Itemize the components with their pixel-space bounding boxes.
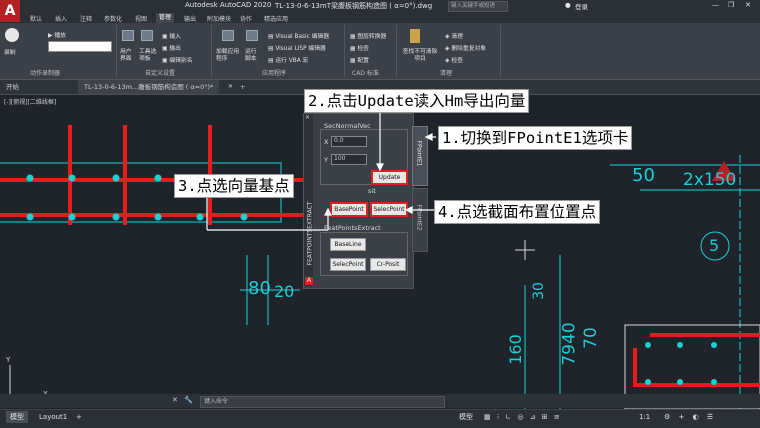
callout-step-4: 4.点选截面布置位置点 <box>434 200 601 224</box>
model-space-label[interactable]: 模型 <box>455 411 477 423</box>
annotation-scale[interactable]: 1:1 <box>635 411 654 423</box>
callout-step-1: 1.切换到FPointE1选项卡 <box>438 126 633 150</box>
add-layout-icon[interactable]: + <box>72 411 86 423</box>
arrow-3-head <box>324 207 332 216</box>
tab-model[interactable]: 模型 <box>6 411 28 423</box>
arrow-1-head <box>424 133 433 141</box>
callout-arrows <box>206 112 436 231</box>
callout-step-2: 2.点击Update读入Hm导出向量 <box>304 89 530 113</box>
arrow-2-head <box>376 163 384 172</box>
command-input[interactable]: 键入命令 <box>200 396 445 408</box>
status-tools-icon[interactable]: ⚙ + ◐ ☰ <box>660 411 720 423</box>
customize-cmd-icon[interactable]: 🔧 <box>184 396 193 404</box>
close-cmd-icon[interactable]: ✕ <box>172 396 178 404</box>
status-toggles-icon[interactable]: ▦ ⁝ ∟ ◎ ⊿ ⊞ ≡ <box>480 411 566 423</box>
arrow-4-head <box>404 206 413 214</box>
callout-step-3: 3.点选向量基点 <box>174 174 294 198</box>
tab-layout1[interactable]: Layout1 <box>35 411 71 423</box>
